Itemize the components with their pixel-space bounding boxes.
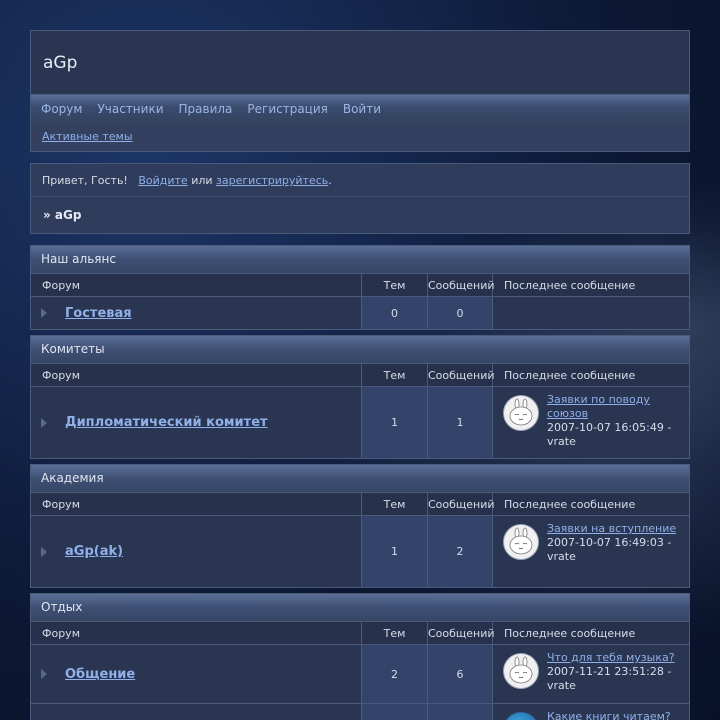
site-title: aGp: [43, 53, 78, 73]
last-post-cell: Какие книги читаем?: [493, 704, 689, 720]
column-topics: Тем: [362, 364, 428, 386]
column-forum: Форум: [31, 493, 362, 515]
welcome-box: Привет, Гость! Войдите или зарегистрируй…: [30, 163, 690, 234]
forum-arrow-icon: [41, 546, 47, 557]
category-block: Комитеты Форум Тем Сообщений Последнее сообщ…: [30, 335, 690, 459]
column-forum: Форум: [31, 622, 362, 644]
column-forum: Форум: [31, 364, 362, 386]
globe-avatar-icon[interactable]: [503, 712, 539, 720]
last-post-info: Заявки на вступление 2007-10-07 16:49:03 …: [547, 522, 676, 564]
nav-register[interactable]: Регистрация: [247, 102, 327, 116]
greeting-text: Привет, Гость!: [42, 174, 128, 187]
last-topic-link[interactable]: Что для тебя музыка?: [547, 651, 675, 665]
category-block: Академия Форум Тем Сообщений Последнее сообщ…: [30, 464, 690, 588]
last-topic-link[interactable]: Заявки на вступление: [547, 522, 676, 536]
forum-link[interactable]: Дипломатический комитет: [65, 415, 268, 430]
column-posts: Сообщений: [428, 622, 495, 644]
or-text: или: [191, 174, 213, 187]
forum-link[interactable]: Общение: [65, 667, 135, 682]
forum-row: Общение 2 6 Что для тебя музыка? 2007-11-21 …: [31, 644, 689, 703]
site-header: aGp: [30, 30, 690, 95]
last-post-info: Заявки по поводу союзов 2007-10-07 16:05:…: [547, 393, 679, 449]
topics-count: 1: [362, 387, 428, 458]
forum-row: Какие книги читаем?: [31, 703, 689, 720]
column-headers: Форум Тем Сообщений Последнее сообщение: [31, 363, 689, 386]
posts-count: [428, 704, 493, 720]
posts-count: 6: [428, 645, 493, 703]
category-block: Наш альянс Форум Тем Сообщений Последнее соо…: [30, 245, 690, 330]
forum-row: Гостевая 0 0: [31, 296, 689, 329]
active-topics-link[interactable]: Активные темы: [42, 130, 133, 143]
forum-row: aGp(ak) 1 2 Заявки на вступление 2007-10-07 …: [31, 515, 689, 587]
column-posts: Сообщений: [428, 364, 495, 386]
forum-cell: Общение: [31, 645, 362, 703]
breadcrumb: » aGp: [43, 208, 82, 222]
login-link[interactable]: Войдите: [138, 174, 187, 187]
forum-cell: Дипломатический комитет: [31, 387, 362, 458]
posts-count: 1: [428, 387, 493, 458]
category-block: Отдых Форум Тем Сообщений Последнее сообщени…: [30, 593, 690, 720]
category-title: Наш альянс: [31, 246, 689, 273]
last-post-author: vrate: [547, 550, 576, 563]
sub-nav: Активные темы: [30, 122, 690, 152]
category-title: Академия: [31, 465, 689, 492]
column-forum: Форум: [31, 274, 362, 296]
nav-login[interactable]: Войти: [343, 102, 381, 116]
category-list: Наш альянс Форум Тем Сообщений Последнее соо…: [30, 245, 690, 720]
category-title: Комитеты: [31, 336, 689, 363]
last-post-date: 2007-10-07 16:05:49 -: [547, 421, 672, 434]
nav-rules[interactable]: Правила: [179, 102, 233, 116]
rabbit-avatar-icon[interactable]: [503, 653, 539, 689]
forum-cell: aGp(ak): [31, 516, 362, 587]
last-post-author: vrate: [547, 435, 576, 448]
topics-count: [362, 704, 428, 720]
column-posts: Сообщений: [428, 274, 495, 296]
column-last-post: Последнее сообщение: [504, 498, 636, 511]
column-headers: Форум Тем Сообщений Последнее сообщение: [31, 273, 689, 296]
last-post-cell: Заявки на вступление 2007-10-07 16:49:03 …: [493, 516, 689, 587]
column-topics: Тем: [362, 622, 428, 644]
posts-count: 0: [428, 297, 493, 329]
register-link[interactable]: зарегистрируйтесь: [216, 174, 328, 187]
topics-count: 1: [362, 516, 428, 587]
last-post-date: 2007-11-21 23:51:28 -: [547, 665, 672, 678]
rabbit-avatar-icon[interactable]: [503, 524, 539, 560]
column-last-post: Последнее сообщение: [504, 279, 636, 292]
forum-arrow-icon: [41, 669, 47, 679]
forum-cell: [31, 704, 362, 720]
forum-link[interactable]: aGp(ak): [65, 544, 123, 559]
last-topic-link[interactable]: Какие книги читаем?: [547, 710, 671, 720]
last-post-cell: [493, 297, 689, 329]
rabbit-avatar-icon[interactable]: [503, 395, 539, 431]
topics-count: 2: [362, 645, 428, 703]
last-post-cell: Заявки по поводу союзов 2007-10-07 16:05:…: [493, 387, 689, 458]
forum-page: aGp Форум Участники Правила Регистрация …: [30, 30, 690, 720]
nav-forum[interactable]: Форум: [41, 102, 82, 116]
posts-count: 2: [428, 516, 493, 587]
forum-cell: Гостевая: [31, 297, 362, 329]
forum-row: Дипломатический комитет 1 1 Заявки по повод…: [31, 386, 689, 458]
column-topics: Тем: [362, 493, 428, 515]
topics-count: 0: [362, 297, 428, 329]
column-last-post: Последнее сообщение: [504, 369, 636, 382]
last-post-info: Какие книги читаем?: [547, 710, 671, 720]
welcome-line: Привет, Гость! Войдите или зарегистрируй…: [31, 164, 689, 197]
column-topics: Тем: [362, 274, 428, 296]
column-posts: Сообщений: [428, 493, 495, 515]
category-title: Отдых: [31, 594, 689, 621]
last-post-info: Что для тебя музыка? 2007-11-21 23:51:28 …: [547, 651, 675, 693]
main-nav: Форум Участники Правила Регистрация Войт…: [30, 95, 690, 122]
last-post-author: vrate: [547, 679, 576, 692]
nav-members[interactable]: Участники: [97, 102, 163, 116]
forum-link[interactable]: Гостевая: [65, 306, 132, 321]
last-post-date: 2007-10-07 16:49:03 -: [547, 536, 672, 549]
last-post-cell: Что для тебя музыка? 2007-11-21 23:51:28 …: [493, 645, 689, 703]
column-headers: Форум Тем Сообщений Последнее сообщение: [31, 492, 689, 515]
forum-arrow-icon: [41, 308, 47, 318]
last-topic-link[interactable]: Заявки по поводу союзов: [547, 393, 679, 421]
column-last-post: Последнее сообщение: [504, 627, 636, 640]
dot-text: .: [328, 174, 332, 187]
column-headers: Форум Тем Сообщений Последнее сообщение: [31, 621, 689, 644]
forum-arrow-icon: [41, 417, 47, 428]
